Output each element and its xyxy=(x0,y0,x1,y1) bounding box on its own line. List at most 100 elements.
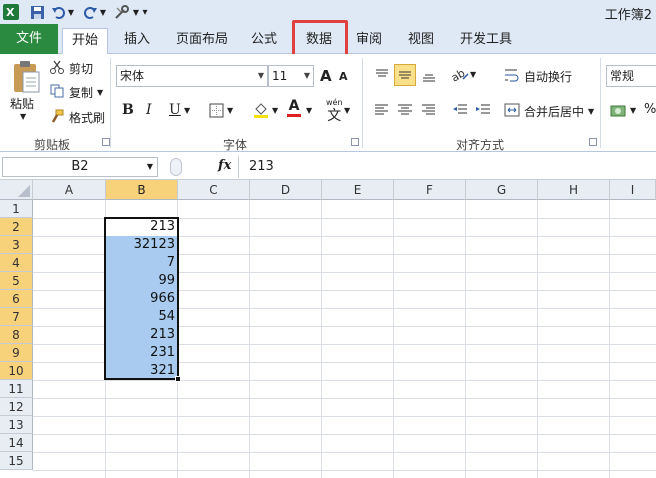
row-header-15[interactable]: 15 xyxy=(0,452,33,470)
tab-formulas[interactable]: 公式 xyxy=(244,28,284,54)
phonetic-dropdown-icon[interactable]: ▼ xyxy=(344,106,350,115)
font-color-dropdown-icon[interactable]: ▼ xyxy=(306,106,312,115)
column-header-c[interactable]: C xyxy=(178,180,250,200)
paste-dropdown-icon[interactable]: ▼ xyxy=(20,112,26,121)
bold-button[interactable]: B xyxy=(122,102,134,118)
font-color-button[interactable]: A xyxy=(287,98,301,117)
shrink-font-button[interactable]: A xyxy=(339,70,348,83)
phonetic-label: 文 xyxy=(327,108,342,124)
tab-view[interactable]: 视图 xyxy=(401,28,441,54)
fill-color-dropdown-icon[interactable]: ▼ xyxy=(272,106,278,115)
row-header-2[interactable]: 2 xyxy=(0,218,33,236)
align-middle-icon[interactable] xyxy=(394,64,416,86)
font-size-value: 11 xyxy=(272,69,288,83)
save-icon[interactable] xyxy=(28,3,46,21)
formula-input[interactable]: 213 xyxy=(238,156,656,178)
column-header-a[interactable]: A xyxy=(33,180,106,200)
font-size-select[interactable]: 11 ▼ xyxy=(268,65,314,87)
column-header-d[interactable]: D xyxy=(250,180,322,200)
fill-handle[interactable] xyxy=(175,376,181,382)
cut-button[interactable]: 剪切 xyxy=(50,60,93,77)
column-header-g[interactable]: G xyxy=(466,180,538,200)
font-name-dropdown-icon: ▼ xyxy=(257,71,264,80)
name-box-dropdown-icon[interactable]: ▼ xyxy=(147,158,153,176)
fx-button[interactable]: fx xyxy=(218,158,231,173)
font-color-swatch xyxy=(287,114,301,117)
wrap-text-button[interactable]: 自动换行 xyxy=(504,67,572,86)
copy-icon xyxy=(50,84,66,101)
tab-developer[interactable]: 开发工具 xyxy=(454,28,518,54)
wrap-text-label: 自动换行 xyxy=(524,70,573,84)
font-size-dropdown-icon: ▼ xyxy=(303,71,310,80)
svg-text:ab: ab xyxy=(450,66,467,82)
tab-insert[interactable]: 插入 xyxy=(114,28,160,54)
clipboard-launcher-icon[interactable] xyxy=(102,138,110,146)
column-header-f[interactable]: F xyxy=(394,180,466,200)
row-header-9[interactable]: 9 xyxy=(0,344,33,362)
align-top-icon[interactable] xyxy=(374,67,390,83)
phonetic-button[interactable]: wén 文 xyxy=(326,98,343,124)
font-name-select[interactable]: 宋体 ▼ xyxy=(116,65,268,87)
copy-dropdown-icon[interactable]: ▼ xyxy=(97,88,103,97)
align-right-icon[interactable] xyxy=(420,102,436,118)
row-header-13[interactable]: 13 xyxy=(0,416,33,434)
underline-dropdown-icon[interactable]: ▼ xyxy=(184,106,190,115)
undo-dropdown-icon[interactable]: ▼ xyxy=(66,3,76,21)
percent-button[interactable]: % xyxy=(644,102,656,117)
align-center-icon[interactable] xyxy=(397,102,413,118)
number-format-select[interactable]: 常规 xyxy=(606,65,656,87)
row-header-4[interactable]: 4 xyxy=(0,254,33,272)
tab-home[interactable]: 开始 xyxy=(62,28,108,55)
accounting-dropdown-icon[interactable]: ▼ xyxy=(630,106,636,115)
row-header-14[interactable]: 14 xyxy=(0,434,33,452)
orientation-icon[interactable]: ab xyxy=(450,66,470,82)
customize-quick-access-button[interactable]: ▾ xyxy=(139,3,151,21)
paste-icon[interactable] xyxy=(8,58,44,96)
row-header-11[interactable]: 11 xyxy=(0,380,33,398)
tab-file[interactable]: 文件 xyxy=(0,24,58,54)
orientation-dropdown-icon[interactable]: ▼ xyxy=(470,70,476,79)
name-box-value: B2 xyxy=(71,159,89,174)
font-launcher-icon[interactable] xyxy=(351,138,359,146)
tab-page-layout[interactable]: 页面布局 xyxy=(170,28,234,54)
alignment-launcher-icon[interactable] xyxy=(589,138,597,146)
merge-center-dropdown-icon[interactable]: ▼ xyxy=(588,107,594,116)
underline-button[interactable]: U xyxy=(169,102,181,118)
column-header-b[interactable]: B xyxy=(106,180,178,200)
redo-dropdown-icon[interactable]: ▼ xyxy=(98,3,108,21)
select-all-corner[interactable] xyxy=(0,180,33,200)
paste-button[interactable]: 粘贴 xyxy=(10,95,34,112)
row-header-7[interactable]: 7 xyxy=(0,308,33,326)
name-box[interactable]: B2 ▼ xyxy=(2,157,158,177)
increase-indent-icon[interactable] xyxy=(475,102,491,118)
wrap-text-icon xyxy=(504,67,522,86)
align-bottom-icon[interactable] xyxy=(421,67,437,83)
row-header-8[interactable]: 8 xyxy=(0,326,33,344)
accounting-format-icon[interactable] xyxy=(610,103,628,119)
undo-icon[interactable] xyxy=(50,3,66,21)
copy-button[interactable]: 复制 ▼ xyxy=(50,84,103,101)
column-header-e[interactable]: E xyxy=(322,180,394,200)
grow-font-button[interactable]: A xyxy=(320,67,332,85)
row-header-12[interactable]: 12 xyxy=(0,398,33,416)
column-header-i[interactable]: I xyxy=(610,180,656,200)
merge-cells-icon xyxy=(504,102,522,121)
borders-icon[interactable] xyxy=(209,103,224,118)
row-header-3[interactable]: 3 xyxy=(0,236,33,254)
fill-color-icon[interactable] xyxy=(252,101,270,119)
row-header-1[interactable]: 1 xyxy=(0,200,33,218)
formula-bar-divider xyxy=(170,158,182,176)
row-header-6[interactable]: 6 xyxy=(0,290,33,308)
decrease-indent-icon[interactable] xyxy=(452,102,468,118)
tab-review[interactable]: 审阅 xyxy=(349,28,389,54)
row-header-5[interactable]: 5 xyxy=(0,272,33,290)
merge-center-button[interactable]: 合并后居中 ▼ xyxy=(504,102,594,121)
row-header-10[interactable]: 10 xyxy=(0,362,33,380)
format-painter-button[interactable]: 格式刷 xyxy=(50,109,105,126)
tools-icon[interactable] xyxy=(113,3,131,21)
redo-icon[interactable] xyxy=(82,3,98,21)
italic-button[interactable]: I xyxy=(146,102,152,118)
column-header-h[interactable]: H xyxy=(538,180,610,200)
align-left-icon[interactable] xyxy=(374,102,390,118)
borders-dropdown-icon[interactable]: ▼ xyxy=(227,106,233,115)
